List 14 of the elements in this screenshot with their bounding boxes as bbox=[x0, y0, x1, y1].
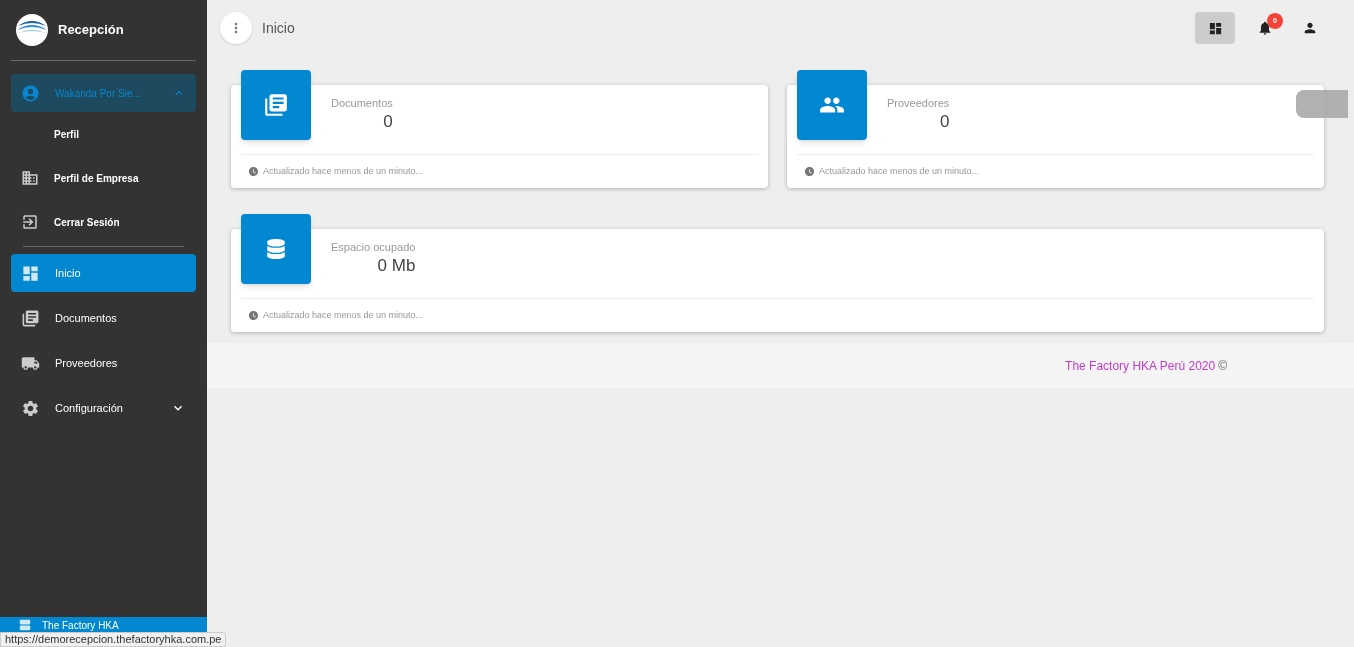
footer-text: The Factory HKA Perú 2020 bbox=[1065, 357, 1216, 375]
status-url-tooltip: https://demorecepcion.thefactoryhka.com.pe bbox=[0, 632, 227, 647]
card-value: 0 Mb bbox=[377, 255, 416, 276]
copyright-symbol: © bbox=[1218, 357, 1227, 375]
card-label: Espacio ocupado bbox=[331, 240, 416, 255]
card-value: 0 bbox=[939, 111, 950, 132]
card-label: Documentos bbox=[331, 96, 393, 111]
card-footer-text: Actualizado hace menos de un minuto... bbox=[263, 308, 424, 322]
card-value: 0 bbox=[383, 111, 393, 132]
card-footer-text: Actualizado hace menos de un minuto... bbox=[263, 164, 424, 178]
brand-title: Recepción bbox=[58, 21, 124, 40]
card-label: Proveedores bbox=[887, 96, 950, 111]
card-footer-text: Actualizado hace menos de un minuto... bbox=[819, 164, 980, 178]
page-title: Inicio bbox=[262, 18, 295, 38]
